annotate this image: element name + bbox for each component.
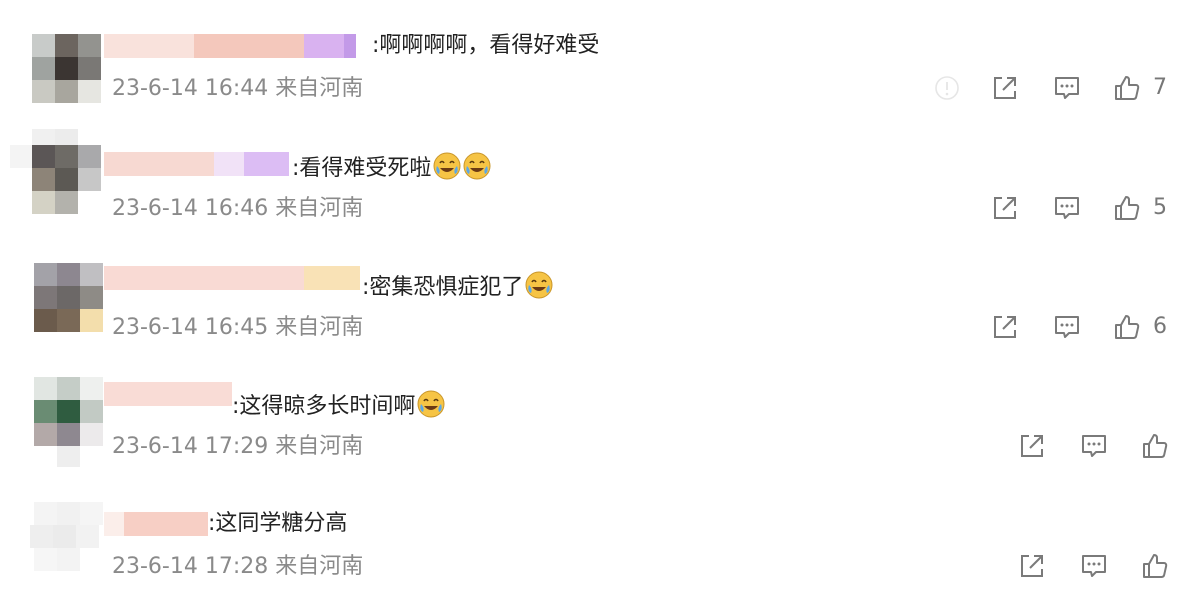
username-blurred[interactable] <box>104 382 232 406</box>
comment-text: :这同学糖分高 <box>208 511 348 536</box>
username-blurred[interactable] <box>104 512 208 536</box>
timestamp: 23-6-14 17:29 <box>112 434 269 459</box>
comment-icon[interactable] <box>1052 312 1082 342</box>
location: 来自河南 <box>275 434 364 459</box>
comment-actions <box>930 431 1200 461</box>
comment-meta: 23-6-14 17:28 来自河南 <box>112 553 363 581</box>
comment-meta: 23-6-14 16:45 来自河南 <box>112 314 363 342</box>
comment-actions <box>930 551 1200 581</box>
laugh-cry-emoji-icon <box>433 152 461 180</box>
comment-icon[interactable] <box>1052 73 1082 103</box>
comment-meta: 23-6-14 17:29 来自河南 <box>112 433 363 461</box>
timestamp: 23-6-14 17:28 <box>112 554 269 579</box>
laugh-cry-emoji-icon <box>463 152 491 180</box>
comment-actions: 6 <box>930 312 1200 342</box>
laugh-cry-emoji-icon <box>525 271 553 299</box>
comment-actions: 7 <box>930 73 1200 103</box>
comment-item: :这得晾多长时间啊 23-6-14 17:29 来自河南 <box>0 372 1200 490</box>
comment-meta: 23-6-14 16:46 来自河南 <box>112 195 363 223</box>
comment-text: :啊啊啊啊，看得好难受 <box>372 33 600 58</box>
like-count: 6 <box>1153 314 1167 339</box>
location: 来自河南 <box>275 196 364 221</box>
username-blurred[interactable] <box>104 266 360 290</box>
location: 来自河南 <box>275 315 364 340</box>
username-blurred[interactable] <box>104 152 289 176</box>
comment-text: :密集恐惧症犯了 <box>362 271 553 302</box>
share-icon[interactable] <box>1017 431 1047 461</box>
comment-meta: 23-6-14 16:44 来自河南 <box>112 75 363 103</box>
comment-actions: 5 <box>930 193 1200 223</box>
comment-icon[interactable] <box>1052 193 1082 223</box>
share-icon[interactable] <box>1017 551 1047 581</box>
thumbs-up-icon[interactable] <box>1112 193 1142 223</box>
comment-text: :这得晾多长时间啊 <box>232 390 445 421</box>
avatar[interactable] <box>10 129 110 219</box>
info-icon[interactable] <box>934 75 960 101</box>
username-blurred[interactable] <box>104 34 366 58</box>
thumbs-up-icon[interactable] <box>1112 73 1142 103</box>
timestamp: 23-6-14 16:45 <box>112 315 269 340</box>
comment-item: :密集恐惧症犯了 23-6-14 16:45 来自河南 6 <box>0 253 1200 371</box>
comment-icon[interactable] <box>1079 551 1109 581</box>
share-icon[interactable] <box>990 312 1020 342</box>
like-count: 5 <box>1153 195 1167 220</box>
like-count: 7 <box>1153 75 1167 100</box>
laugh-cry-emoji-icon <box>417 390 445 418</box>
comment-icon[interactable] <box>1079 431 1109 461</box>
comment-item: :看得难受死啦 23-6-14 16:46 来自河南 5 <box>0 129 1200 252</box>
location: 来自河南 <box>275 554 364 579</box>
timestamp: 23-6-14 16:46 <box>112 196 269 221</box>
timestamp: 23-6-14 16:44 <box>112 76 269 101</box>
share-icon[interactable] <box>990 193 1020 223</box>
comment-item: :啊啊啊啊，看得好难受 23-6-14 16:44 来自河南 7 <box>0 14 1200 132</box>
thumbs-up-icon[interactable] <box>1112 312 1142 342</box>
comment-text: :看得难受死啦 <box>292 152 491 183</box>
share-icon[interactable] <box>990 73 1020 103</box>
thumbs-up-icon[interactable] <box>1140 551 1170 581</box>
comment-item: :这同学糖分高 23-6-14 17:28 来自河南 <box>0 492 1200 610</box>
thumbs-up-icon[interactable] <box>1140 431 1170 461</box>
location: 来自河南 <box>275 76 364 101</box>
